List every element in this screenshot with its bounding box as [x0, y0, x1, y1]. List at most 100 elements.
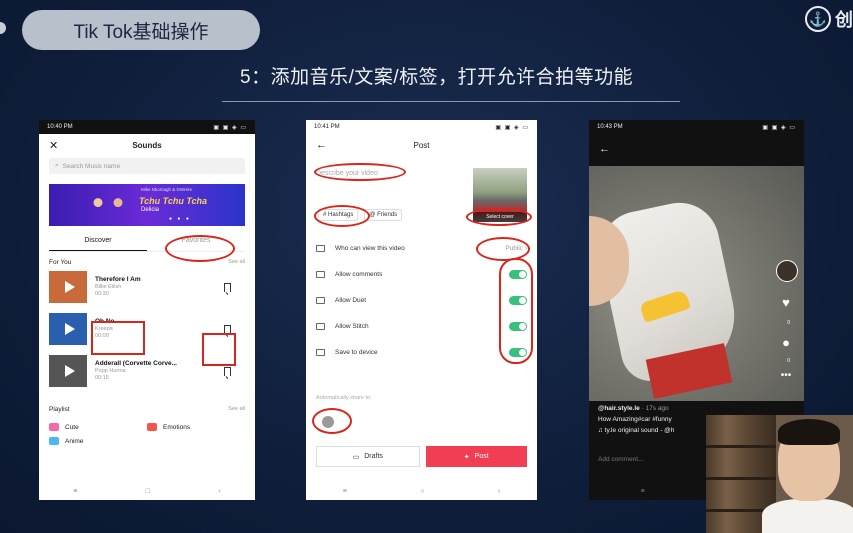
presenter-webcam	[706, 415, 853, 533]
title-divider	[222, 101, 680, 102]
playlist-item-emotions[interactable]: Emotions	[147, 423, 245, 431]
status-bar: 10:43 PM ▣ ▣ ◈ ▭	[589, 120, 804, 134]
playlist-items: Cute Emotions	[39, 423, 255, 431]
track-row[interactable]: Therefore I Am Billie Eilish 00:30	[39, 266, 255, 308]
menu-icon[interactable]: ≡	[641, 488, 645, 495]
slide-title: Tik Tok基础操作	[22, 10, 260, 50]
allow-duet-label: Allow Duet	[335, 296, 367, 304]
play-icon	[64, 281, 75, 293]
add-comment-input[interactable]: Add comment...	[598, 456, 644, 463]
back-icon[interactable]: ‹	[218, 488, 220, 495]
drafts-icon: ▭	[352, 453, 360, 461]
brand-text: 创	[835, 10, 853, 30]
see-all-link[interactable]: See all	[228, 259, 245, 266]
highlight-hashtags	[314, 205, 370, 227]
allow-comments-label: Allow comments	[335, 270, 383, 278]
home-icon[interactable]: ○	[420, 488, 424, 495]
stitch-icon	[316, 322, 325, 330]
playlist-header: Playlist See all	[39, 406, 255, 413]
phone-post-screen: 10:41 PM ▣ ▣ ◈ ▭ ← Post Describe your vi…	[306, 120, 537, 500]
save-to-device-row: Save to device	[316, 345, 527, 359]
highlight-describe	[314, 163, 406, 181]
presenter-shirt	[762, 499, 853, 533]
menu-icon[interactable]: ≡	[73, 488, 77, 495]
shelf-divider	[706, 445, 776, 448]
back-arrow-icon[interactable]: ←	[599, 143, 610, 155]
sounds-header: ✕ Sounds	[39, 134, 255, 156]
download-icon	[316, 348, 325, 356]
playlist-see-all-link[interactable]: See all	[228, 406, 245, 413]
highlight-toggles	[499, 258, 533, 364]
status-bar: 10:41 PM ▣ ▣ ◈ ▭	[306, 120, 537, 134]
track-info: Therefore I Am Billie Eilish 00:30	[95, 276, 224, 298]
track-thumbnail[interactable]	[49, 313, 87, 345]
playlist-item-cute[interactable]: Cute	[49, 423, 147, 431]
banner-pager-dots: ● ● ●	[169, 216, 191, 222]
tab-discover[interactable]: Discover	[49, 230, 147, 251]
video-player[interactable]	[589, 166, 804, 401]
video-time-ago: · 17s ago	[641, 405, 669, 412]
duet-icon	[316, 296, 325, 304]
playlist-items-next: Anime	[39, 437, 255, 445]
comment-icon[interactable]: ●	[778, 335, 794, 350]
post-label: Post	[474, 453, 489, 460]
post-actions: ▭ Drafts ✦ Post	[316, 446, 527, 467]
back-arrow-icon[interactable]: ←	[316, 139, 327, 151]
banner-credit: Mike Nkomagh & DWHite	[141, 187, 193, 192]
highlight-bookmark	[202, 333, 236, 366]
track-name: Therefore I Am	[95, 276, 141, 284]
playlist-item-label: Cute	[65, 423, 79, 431]
menu-icon[interactable]: ≡	[343, 488, 347, 495]
track-thumbnail[interactable]	[49, 271, 87, 303]
playlist-item-anime[interactable]: Anime	[49, 437, 245, 445]
anchor-icon: ⚓	[805, 6, 831, 32]
home-icon[interactable]: □	[146, 488, 150, 495]
bookmark-icon[interactable]	[224, 366, 231, 376]
sparkle-icon: ✦	[463, 453, 470, 461]
status-bar: 10:40 PM ▣ ▣ ◈ ▭	[39, 120, 255, 134]
friends-button[interactable]: @ Friends	[364, 209, 403, 221]
track-artist: Billie Eilish	[95, 284, 122, 291]
android-nav-bar: ≡ ○ ‹	[306, 482, 537, 500]
emotions-icon	[147, 423, 157, 431]
banner-title: Tchu Tchu Tcha	[139, 196, 208, 206]
back-icon[interactable]: ‹	[498, 488, 500, 495]
sounds-title: Sounds	[132, 140, 162, 150]
status-icons: ▣ ▣ ◈ ▭	[213, 124, 247, 131]
video-username[interactable]: @hair.style.le	[598, 405, 640, 412]
cute-icon	[49, 423, 59, 431]
highlight-favorites	[165, 235, 235, 262]
status-time: 10:41 PM	[314, 124, 340, 130]
for-you-label: For You	[49, 259, 72, 266]
playlist-label: Playlist	[49, 406, 70, 413]
bookmark-icon[interactable]	[224, 282, 231, 292]
allow-duet-row: Allow Duet	[316, 293, 527, 307]
more-icon[interactable]: •••	[778, 370, 794, 381]
highlight-public	[476, 237, 530, 261]
shelf-divider	[706, 477, 776, 480]
music-search-input[interactable]: ⌕ Search Music name	[49, 158, 245, 174]
close-icon[interactable]: ✕	[49, 139, 58, 152]
anime-icon	[49, 437, 59, 445]
featured-banner[interactable]: Mike Nkomagh & DWHite Tchu Tchu Tcha Del…	[49, 184, 245, 226]
comment-count: 0	[787, 358, 790, 364]
post-button[interactable]: ✦ Post	[425, 446, 527, 467]
search-icon: ⌕	[55, 162, 59, 169]
status-time: 10:40 PM	[47, 124, 73, 130]
drafts-label: Drafts	[364, 453, 383, 460]
track-duration: 00:15	[95, 375, 109, 382]
brand-logo: ⚓ 创	[805, 6, 853, 32]
track-thumbnail[interactable]	[49, 355, 87, 387]
banner-artists-image	[83, 187, 133, 226]
creator-avatar[interactable]	[776, 260, 798, 282]
drafts-button[interactable]: ▭ Drafts	[316, 446, 420, 467]
status-icons: ▣ ▣ ◈ ▭	[495, 124, 529, 131]
heart-icon[interactable]: ♥	[778, 295, 794, 310]
highlight-share	[312, 408, 352, 434]
track-duration: 00:30	[95, 291, 109, 298]
search-placeholder: Search Music name	[62, 162, 121, 170]
slide-subtitle: 5：添加音乐/文案/标签，打开允许合拍等功能	[240, 67, 634, 88]
status-time: 10:43 PM	[597, 124, 623, 130]
play-icon	[64, 323, 75, 335]
allow-stitch-row: Allow Stitch	[316, 319, 527, 333]
